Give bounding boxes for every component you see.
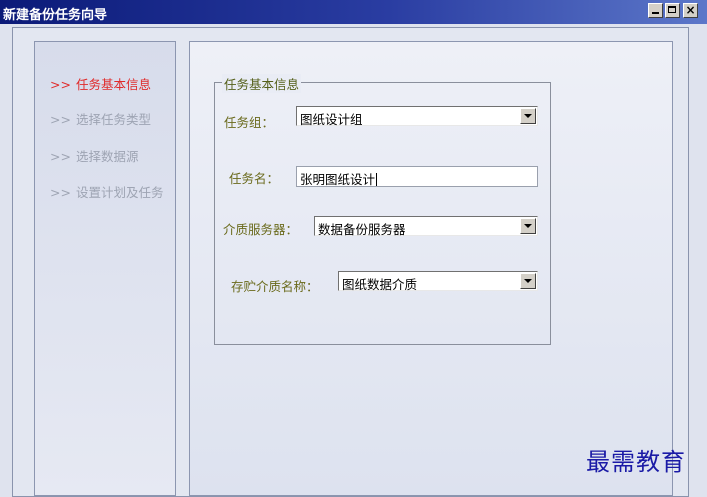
step-task-type[interactable]: >> 选择任务类型 [50, 109, 151, 128]
step-label: 选择任务类型 [75, 112, 151, 127]
task-group-label: 任务组： [224, 115, 275, 130]
dropdown-button[interactable] [520, 273, 536, 289]
task-name-value: 张明图纸设计 [300, 172, 376, 187]
media-server-select[interactable]: 数据备份服务器 [314, 216, 538, 237]
media-server-value: 数据备份服务器 [318, 222, 406, 237]
maximize-icon [668, 6, 676, 13]
chevron-double-right-icon: >> [50, 149, 71, 164]
media-name-label: 存贮介质名称： [231, 279, 319, 294]
chevron-double-right-icon: >> [50, 185, 71, 200]
minimize-button[interactable] [648, 3, 663, 18]
title-bar[interactable]: 新建备份任务向导 × [0, 0, 707, 24]
task-group-value: 图纸设计组 [300, 112, 363, 127]
media-name-value: 图纸数据介质 [342, 277, 418, 292]
minimize-icon [652, 12, 659, 14]
step-basic-info[interactable]: >> 任务基本信息 [50, 74, 151, 93]
task-name-text-wrap: 张明图纸设计 [300, 169, 378, 188]
chevron-down-icon [524, 224, 532, 228]
step-schedule[interactable]: >> 设置计划及任务 [50, 182, 163, 201]
chevron-double-right-icon: >> [50, 112, 71, 127]
maximize-button[interactable] [665, 3, 680, 18]
dropdown-button[interactable] [520, 218, 536, 234]
step-label: 选择数据源 [75, 149, 139, 164]
close-button[interactable]: × [683, 3, 698, 18]
chevron-double-right-icon: >> [50, 77, 71, 92]
watermark: 最需教育 [586, 448, 686, 476]
step-label: 任务基本信息 [75, 77, 151, 92]
close-icon: × [685, 3, 696, 17]
task-name-label: 任务名： [229, 171, 280, 186]
groupbox-title: 任务基本信息 [222, 74, 302, 93]
chevron-down-icon [524, 279, 532, 283]
media-server-label: 介质服务器： [223, 222, 299, 237]
media-name-select[interactable]: 图纸数据介质 [338, 271, 538, 292]
dropdown-button[interactable] [520, 108, 536, 124]
text-cursor [376, 173, 378, 186]
task-name-input[interactable]: 张明图纸设计 [296, 166, 538, 187]
step-label: 设置计划及任务 [75, 185, 164, 200]
task-group-select[interactable]: 图纸设计组 [296, 106, 538, 127]
chevron-down-icon [524, 114, 532, 118]
step-data-source[interactable]: >> 选择数据源 [50, 146, 138, 165]
window-title: 新建备份任务向导 [3, 8, 108, 23]
